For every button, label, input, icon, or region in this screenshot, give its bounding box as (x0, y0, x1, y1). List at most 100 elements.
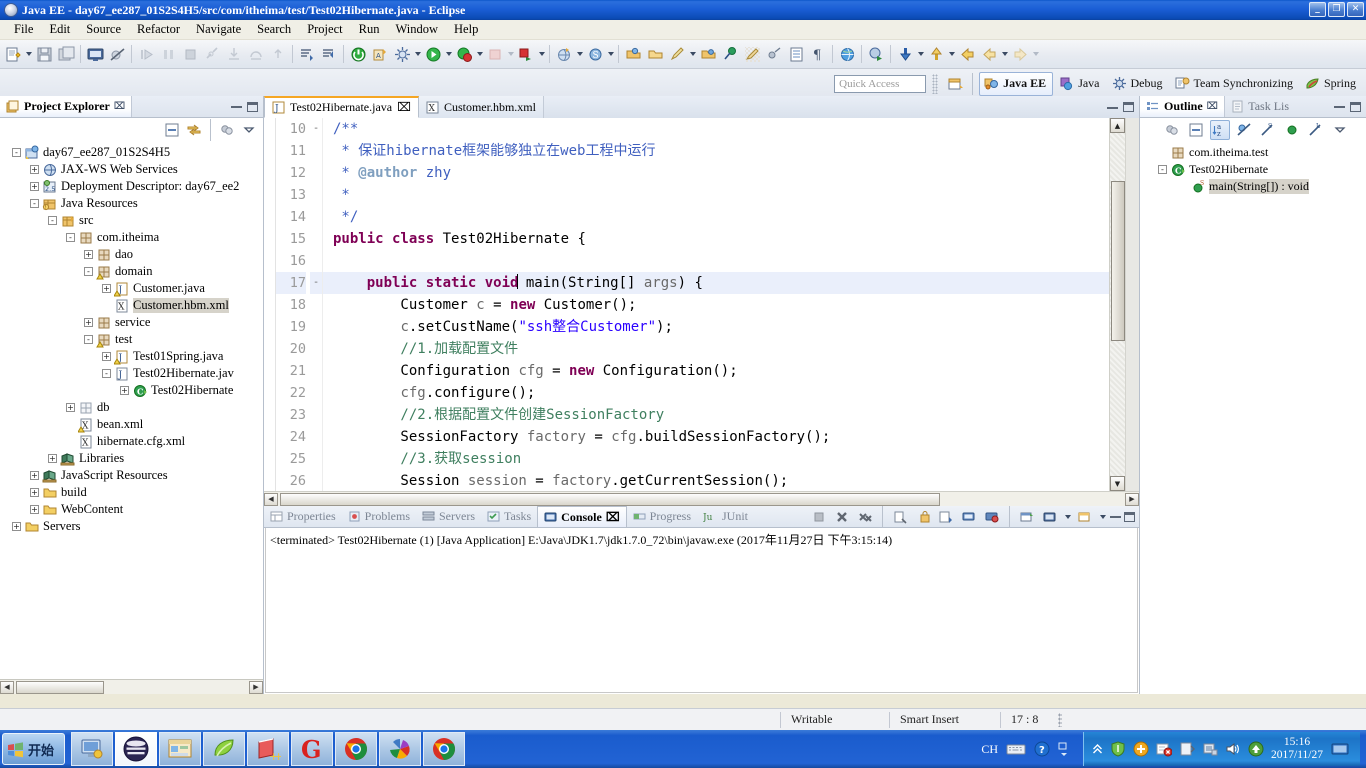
project-tree[interactable]: - day67_ee287_01S2S4H5 + JAX-WS Web Service… (0, 142, 263, 679)
run-dropdown-icon[interactable] (444, 43, 453, 65)
hide-static-icon[interactable]: S (1258, 120, 1278, 140)
ime-language-label[interactable]: CH (981, 742, 998, 757)
maximize-console-icon[interactable] (1124, 511, 1135, 522)
minimize-button[interactable]: _ (1309, 2, 1326, 17)
editor-hscrollbar[interactable]: ◀ ▶ (264, 491, 1139, 506)
code-editor[interactable]: 10 11 12 13 14 15 16 17 18 19 20 21 22 23 24 25 26 -- /*… (264, 118, 1139, 491)
expand-toggle-icon[interactable]: + (84, 250, 93, 259)
chrome-icon[interactable] (335, 732, 378, 766)
tree-item[interactable]: - com.itheima (0, 229, 263, 246)
perspective-toolbar-grip[interactable] (932, 73, 939, 94)
coverage-dropdown-icon[interactable] (475, 43, 484, 65)
tree-item[interactable]: Xbean.xml (0, 416, 263, 433)
tree-item[interactable]: - test (0, 331, 263, 348)
tab-progress[interactable]: Progress (627, 506, 697, 527)
outline-tree[interactable]: com.itheima.test - C Test02Hibernate Smain(S… (1140, 142, 1366, 694)
menu-project[interactable]: Project (299, 20, 350, 39)
view-menu-icon[interactable] (239, 120, 259, 140)
perspective-java[interactable]: Java (1055, 72, 1105, 96)
tab-console[interactable]: Console ⌧ (537, 506, 627, 527)
perspective-debug[interactable]: Debug (1108, 72, 1169, 96)
next-annotation-icon[interactable] (296, 43, 318, 65)
code-line[interactable]: * @author zhy (323, 162, 1109, 184)
editor-vscrollbar[interactable]: ▲ ▼ (1109, 118, 1125, 491)
collapse-toggle-icon[interactable]: - (84, 267, 93, 276)
close-icon[interactable]: ⌧ (1207, 101, 1219, 112)
tree-item[interactable]: Smain(String[]) : void (1140, 178, 1366, 195)
perspective-java-ee[interactable]: Java EE (979, 71, 1054, 96)
skip-breakpoints-icon[interactable] (106, 43, 128, 65)
collapse-toggle-icon[interactable]: - (1158, 165, 1167, 174)
run-last-dropdown-icon[interactable] (537, 43, 546, 65)
expand-toggle-icon[interactable]: + (102, 352, 111, 361)
forward-nav-dropdown-icon[interactable] (1031, 43, 1040, 65)
back-icon[interactable] (956, 43, 978, 65)
collapse-toggle-icon[interactable]: - (66, 233, 75, 242)
view-menu-icon[interactable] (1330, 120, 1350, 140)
open-type-icon[interactable] (622, 43, 644, 65)
hide-non-public-icon[interactable] (1282, 120, 1302, 140)
toggle-mark-occurrences-icon[interactable] (741, 43, 763, 65)
menu-source[interactable]: Source (78, 20, 129, 39)
editor-hscroll-thumb[interactable] (280, 492, 940, 506)
code-line[interactable]: Configuration cfg = new Configuration(); (323, 360, 1109, 382)
scroll-down-icon[interactable]: ▼ (1110, 476, 1125, 491)
project-explorer-hscrollbar[interactable]: ◀ ▶ (0, 679, 263, 694)
run-last-tool-icon[interactable] (515, 43, 537, 65)
globe-icon[interactable] (836, 43, 858, 65)
scroll-lock-icon[interactable] (913, 507, 933, 527)
pilcrow-icon[interactable]: ¶ (807, 43, 829, 65)
code-line[interactable]: * (323, 184, 1109, 206)
maximize-view-icon[interactable] (247, 101, 258, 112)
menu-window[interactable]: Window (387, 20, 446, 39)
hide-fields-icon[interactable] (1234, 120, 1254, 140)
code-line[interactable]: //1.加载配置文件 (323, 338, 1109, 360)
maximize-editor-icon[interactable] (1123, 102, 1134, 112)
pin-icon[interactable] (719, 43, 741, 65)
save-icon[interactable] (33, 43, 55, 65)
tree-item[interactable]: com.itheima.test (1140, 144, 1366, 161)
maximize-view-icon[interactable] (1350, 101, 1361, 112)
console-view-dropdown-icon[interactable] (1063, 506, 1072, 528)
remove-console-icon[interactable] (832, 507, 852, 527)
restore-button[interactable]: ❐ (1328, 2, 1345, 17)
forward-icon[interactable] (978, 43, 1000, 65)
expand-toggle-icon[interactable]: + (30, 505, 39, 514)
console-menu-dropdown-icon[interactable] (1098, 506, 1107, 528)
clear-console-icon[interactable] (890, 507, 910, 527)
expand-toggle-icon[interactable]: + (120, 386, 129, 395)
close-icon[interactable]: ⌧ (397, 100, 411, 115)
open-task-icon[interactable] (697, 43, 719, 65)
tree-item[interactable]: +2.5 Deployment Descriptor: day67_ee2 (0, 178, 263, 195)
code-line[interactable]: cfg.configure(); (323, 382, 1109, 404)
code-line[interactable]: SessionFactory factory = cfg.buildSessio… (323, 426, 1109, 448)
code-line[interactable]: //2.根据配置文件创建SessionFactory (323, 404, 1109, 426)
code-line[interactable]: public static void main(String[] args) { (323, 272, 1109, 294)
fold-toggle-icon[interactable]: - (310, 118, 322, 140)
menu-edit[interactable]: Edit (41, 20, 78, 39)
external-tools-dropdown-icon[interactable] (506, 43, 515, 65)
terminal-icon[interactable] (84, 43, 106, 65)
minimize-view-icon[interactable] (231, 105, 242, 108)
collapse-toggle-icon[interactable]: - (84, 335, 93, 344)
sort-icon[interactable]: az (1210, 120, 1230, 140)
code-line[interactable]: c.setCustName("ssh整合Customer"); (323, 316, 1109, 338)
link-with-editor-icon[interactable] (763, 43, 785, 65)
console-output[interactable]: <terminated> Test02Hibernate (1) [Java A… (265, 528, 1138, 693)
tab-project-explorer[interactable]: Project Explorer ⌧ (0, 96, 133, 117)
expand-toggle-icon[interactable]: + (66, 403, 75, 412)
menu-help[interactable]: Help (446, 20, 486, 39)
tree-item[interactable]: + service (0, 314, 263, 331)
tree-item[interactable]: Xhibernate.cfg.xml (0, 433, 263, 450)
scroll-left-icon[interactable]: ◀ (264, 492, 278, 506)
chrome2-icon[interactable] (423, 732, 466, 766)
minimize-editor-icon[interactable] (1107, 106, 1118, 109)
focus-on-active-task-icon[interactable] (1162, 120, 1182, 140)
pin-console-icon[interactable] (936, 507, 956, 527)
code-line[interactable]: Customer c = new Customer(); (323, 294, 1109, 316)
show-view-menu-icon[interactable] (785, 43, 807, 65)
history-dropdown-icon[interactable] (1000, 43, 1009, 65)
remove-all-consoles-icon[interactable] (855, 507, 875, 527)
debug-dropdown-icon[interactable] (413, 43, 422, 65)
tab-properties[interactable]: Properties (264, 506, 342, 527)
